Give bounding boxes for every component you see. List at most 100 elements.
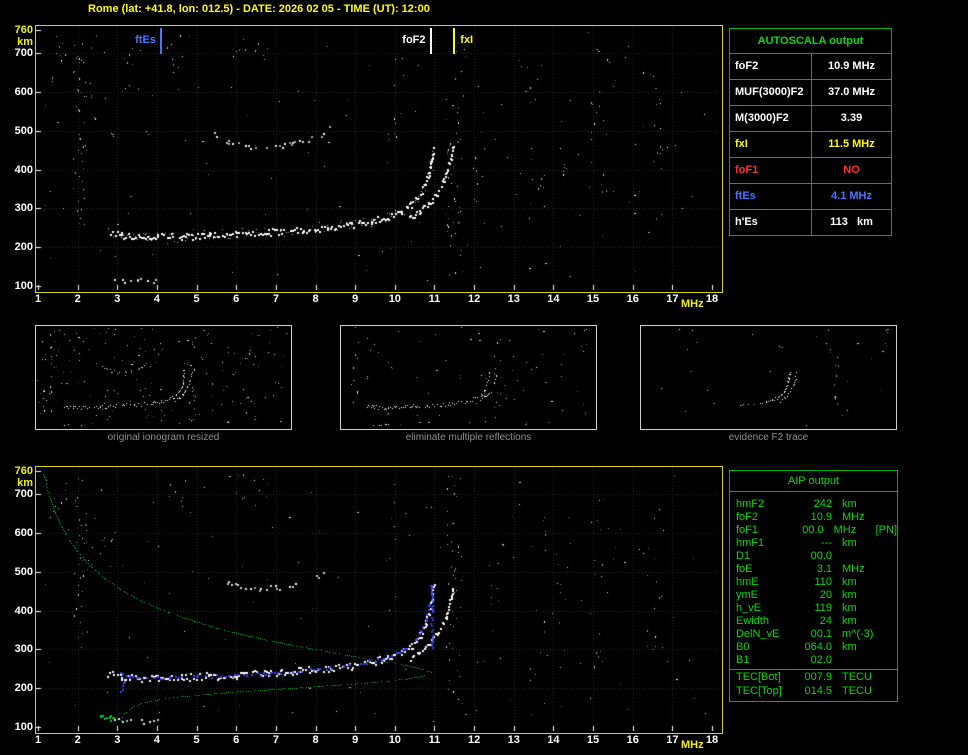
aip-unit: m^(-3)	[842, 628, 874, 640]
autoscala-param: M(3000)F2	[730, 106, 812, 131]
bottom-x-tick-label: 14	[547, 734, 560, 746]
aip-note	[888, 602, 897, 615]
bottom-x-tick-label: 11	[428, 734, 441, 746]
aip-param: foF1	[736, 524, 759, 536]
aip-row: foF2 10.9 MHz	[730, 511, 897, 524]
bottom-x-tick-label: 2	[74, 734, 81, 746]
aip-unit: MHz	[833, 524, 857, 536]
aip-param: hmF1	[736, 537, 765, 549]
aip-unit	[832, 654, 888, 667]
aip-unit: km	[842, 576, 857, 588]
aip-unit: km	[842, 641, 857, 653]
autoscala-param: fxI	[730, 132, 812, 157]
aip-row: hmF1 --- km	[730, 537, 897, 550]
aip-value: 119	[814, 602, 832, 614]
aip-note	[888, 563, 897, 576]
aip-output-panel: AIP output hmF2 242 km foF2 10.9 MHz foF1 00.0 M…	[729, 470, 898, 702]
bottom-y-axis-unit: km	[17, 477, 33, 489]
aip-row: ymE 20 km	[730, 589, 897, 602]
bottom-x-tick-label: 17	[666, 734, 679, 746]
autoscala-row: MUF(3000)F2 37.0 MHz	[730, 80, 891, 106]
thumbnail-eliminate-multiples	[340, 325, 597, 430]
aip-row: DelN_vE 00.1 m^(-3)	[730, 628, 897, 641]
main-x-tick-label: 3	[114, 293, 121, 305]
aip-unit: MHz	[842, 563, 865, 575]
bottom-x-tick-label: 18	[705, 734, 719, 746]
autoscala-value: 11.5 MHz	[828, 138, 875, 150]
main-x-tick-label: 8	[312, 293, 319, 305]
aip-row: hmE 110 km	[730, 576, 897, 589]
aip-note	[888, 654, 897, 667]
main-y-tick-label: 300	[14, 202, 33, 215]
aip-row: D1 00.0	[730, 550, 897, 563]
aip-param: B1	[736, 654, 750, 666]
aip-value: 242	[813, 498, 832, 510]
bottom-x-tick-label: 3	[114, 734, 121, 746]
aip-value: 00.0	[802, 524, 824, 536]
bottom-y-tick-label: 500	[14, 565, 33, 578]
aip-value: 10.9	[810, 511, 832, 523]
main-ionogram-canvas	[36, 26, 720, 290]
aip-note	[888, 498, 897, 511]
thumbnail-caption-evidence: evidence F2 trace	[728, 432, 809, 443]
main-y-tick-label: 700	[14, 47, 33, 60]
main-x-tick-label: 16	[626, 293, 639, 305]
bottom-x-tick-label: 1	[34, 734, 42, 746]
aip-row: B0 064.0 km	[730, 641, 897, 654]
aip-row: TEC[Bot] 007.9 TECU	[730, 669, 897, 685]
profile-ionogram-plot	[35, 466, 723, 734]
aip-row: TEC[Top] 014.5 TECU	[730, 685, 897, 698]
aip-note	[888, 550, 897, 563]
autoscala-row: foF1 NO	[730, 158, 891, 184]
aip-note	[888, 511, 897, 524]
autoscala-value: 4.1 MHz	[831, 190, 872, 202]
bottom-x-tick-label: 8	[312, 734, 319, 746]
bottom-y-tick-label: 700	[14, 488, 33, 501]
aip-param: TEC[Bot]	[736, 671, 781, 683]
main-x-tick-label: 14	[547, 293, 560, 305]
aip-param: h_vE	[736, 602, 762, 614]
aip-row: hmF2 242 km	[730, 498, 897, 511]
aip-param: DelN_vE	[736, 628, 780, 640]
autoscala-param: ftEs	[730, 184, 812, 209]
bottom-x-tick-label: 6	[233, 734, 240, 746]
aip-row: Ewidth 24 km	[730, 615, 897, 628]
bottom-y-tick-label: 400	[14, 604, 33, 617]
bottom-x-tick-label: 4	[153, 734, 160, 746]
bottom-y-tick-label: 100	[14, 721, 33, 733]
main-x-tick-label: 9	[352, 293, 359, 305]
autoscala-value: 113 km	[830, 216, 873, 228]
thumbnail-evidence-f2	[640, 325, 897, 430]
aip-value: 00.1	[810, 628, 832, 640]
bottom-x-tick-label: 9	[352, 734, 359, 746]
aip-note: [PN]	[875, 524, 898, 536]
main-x-tick-label: 12	[467, 293, 481, 305]
aip-row: B1 02.0	[730, 654, 897, 667]
thumbnail-caption-eliminate: eliminate multiple reflections	[405, 432, 532, 443]
main-ionogram-plot: ftEs foF2 fxI	[35, 25, 723, 293]
aip-row: foE 3.1 MHz	[730, 563, 897, 576]
aip-note	[888, 685, 897, 698]
main-x-tick-label: 11	[428, 293, 441, 305]
aip-value: 20	[819, 589, 832, 601]
autoscala-param: foF1	[730, 158, 812, 183]
main-y-tick-label: 760	[14, 24, 33, 36]
aip-param: B0	[736, 641, 750, 653]
main-x-tick-label: 7	[272, 293, 279, 305]
main-x-tick-label: 1	[34, 293, 42, 305]
main-y-tick-label: 400	[14, 163, 33, 176]
aip-param: hmF2	[736, 498, 765, 510]
aip-param: foE	[736, 563, 753, 575]
aip-note	[888, 589, 897, 602]
autoscala-param: MUF(3000)F2	[730, 80, 812, 105]
aip-note	[888, 615, 897, 628]
bottom-y-tick-label: 760	[14, 465, 33, 477]
bottom-x-tick-label: 13	[507, 734, 520, 746]
aip-output-title: AIP output	[730, 471, 897, 492]
thumbnail-original-canvas	[36, 326, 289, 427]
main-y-axis-unit: km	[17, 36, 33, 48]
autoscala-row: h'Es 113 km	[730, 210, 891, 235]
aip-param: Ewidth	[736, 615, 770, 627]
aip-unit	[832, 550, 888, 563]
aip-note	[888, 671, 897, 685]
